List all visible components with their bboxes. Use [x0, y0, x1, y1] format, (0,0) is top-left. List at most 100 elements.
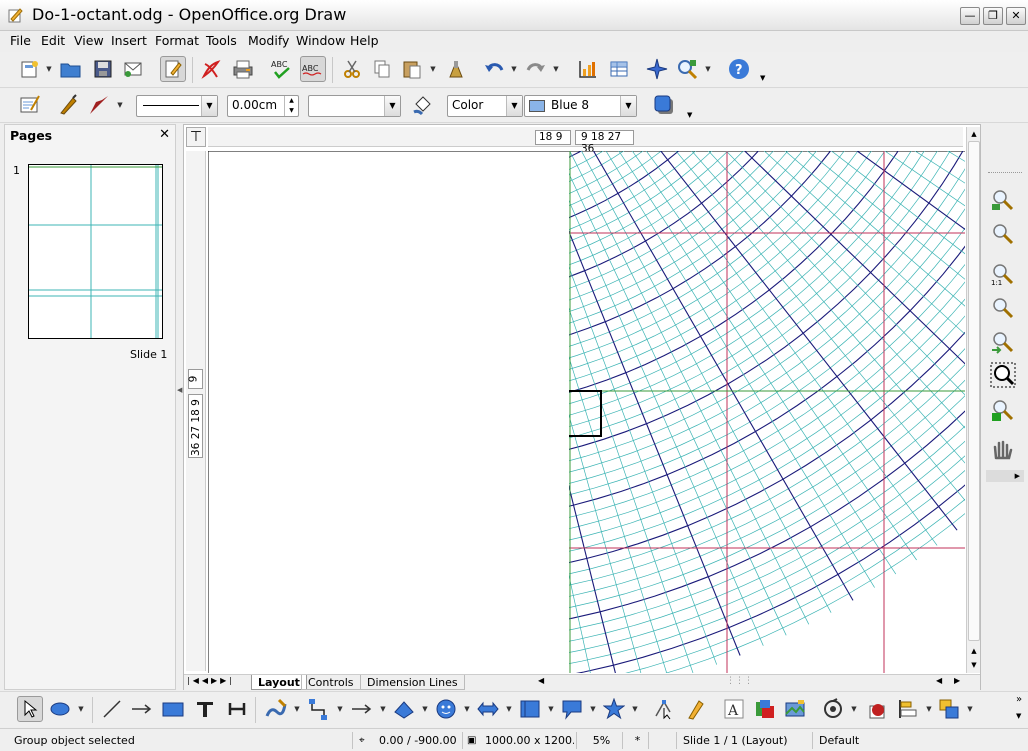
menu-modify[interactable]: Modify: [248, 32, 289, 49]
tab-navigation-arrows[interactable]: |◀◀▶▶|: [187, 676, 245, 689]
connector-dropdown-arrow[interactable]: ▼: [336, 696, 344, 722]
symbol-shapes-icon[interactable]: [433, 696, 459, 722]
menu-view[interactable]: View: [74, 32, 104, 49]
toolbar-overflow-arrow[interactable]: ▼: [1016, 712, 1021, 720]
text-tool-icon[interactable]: [192, 696, 218, 722]
styles-formatting-icon[interactable]: [17, 92, 43, 118]
tab-layout[interactable]: Layout: [251, 675, 307, 690]
zoom-in-icon[interactable]: [990, 188, 1016, 215]
menu-insert[interactable]: Insert: [111, 32, 147, 49]
object-zoom-icon[interactable]: [990, 398, 1016, 425]
open-folder-icon[interactable]: [58, 56, 84, 82]
dimension-line-icon[interactable]: [224, 696, 250, 722]
flowchart-dropdown[interactable]: ▼: [547, 696, 555, 722]
signature-status[interactable]: [648, 732, 676, 749]
zoom-status[interactable]: 5%: [576, 732, 620, 749]
undo-dropdown-arrow[interactable]: ▼: [510, 56, 518, 82]
tab-controls[interactable]: Controls: [301, 675, 361, 690]
menu-help[interactable]: Help: [350, 32, 379, 49]
cut-icon[interactable]: [339, 56, 365, 82]
block-arrows-dropdown[interactable]: ▼: [505, 696, 513, 722]
zoom-out-icon[interactable]: [990, 222, 1016, 249]
menu-window[interactable]: Window: [296, 32, 345, 49]
paste-icon[interactable]: [399, 56, 425, 82]
print-icon[interactable]: [230, 56, 256, 82]
clone-formatting-icon[interactable]: [443, 56, 469, 82]
zoom-100-icon[interactable]: 1:1: [990, 262, 1016, 289]
line-color-select[interactable]: ▼: [308, 95, 401, 117]
callouts-dropdown[interactable]: ▼: [589, 696, 597, 722]
close-icon[interactable]: ✕: [159, 127, 170, 142]
new-document-icon[interactable]: [17, 56, 43, 82]
area-style-select[interactable]: Color ▼: [447, 95, 523, 117]
paste-dropdown-arrow[interactable]: ▼: [429, 56, 437, 82]
line-tool-icon[interactable]: [99, 696, 125, 722]
fontwork-icon[interactable]: A: [721, 696, 747, 722]
spin-buttons[interactable]: ▲ ▼: [284, 96, 298, 116]
maximize-button[interactable]: ❐: [983, 7, 1003, 25]
basic-shapes-dropdown[interactable]: ▼: [421, 696, 429, 722]
menu-file[interactable]: File: [10, 32, 31, 49]
select-arrow-icon[interactable]: [17, 696, 43, 722]
block-arrows-icon[interactable]: [475, 696, 501, 722]
align-icon[interactable]: [895, 696, 921, 722]
curve-dropdown-arrow[interactable]: ▼: [293, 696, 301, 722]
help-icon[interactable]: ?: [726, 56, 752, 82]
close-window-button[interactable]: ✕: [1006, 7, 1026, 25]
navigator-icon[interactable]: [644, 56, 670, 82]
arrange-dropdown[interactable]: ▼: [966, 696, 974, 722]
curve-tool-icon[interactable]: [263, 696, 289, 722]
scroll-down-arrow[interactable]: ▼: [968, 658, 980, 672]
scroll-left-arrow[interactable]: ◀: [538, 676, 544, 685]
auto-spellcheck-icon[interactable]: ABC: [300, 56, 326, 82]
horizontal-scrollbar[interactable]: ◀ ⋮⋮⋮ ◀ ▶: [538, 676, 960, 689]
tab-dimension-lines[interactable]: Dimension Lines: [360, 675, 465, 690]
redo-icon[interactable]: [523, 56, 549, 82]
scroll-up-arrow[interactable]: ▲: [968, 127, 980, 141]
line-style-select[interactable]: ▼: [136, 95, 218, 117]
edit-file-icon[interactable]: [160, 56, 186, 82]
menu-tools[interactable]: Tools: [206, 32, 237, 49]
scroll-grip[interactable]: ⋮⋮⋮: [726, 676, 753, 686]
copy-icon[interactable]: [369, 56, 395, 82]
from-file-icon[interactable]: [752, 696, 778, 722]
minimize-button[interactable]: —: [960, 7, 980, 25]
save-icon[interactable]: [90, 56, 116, 82]
stars-icon[interactable]: [601, 696, 627, 722]
area-color-select[interactable]: Blue 8 ▼: [524, 95, 637, 117]
stars-dropdown[interactable]: ▼: [631, 696, 639, 722]
scroll-left-arrow[interactable]: ◀: [936, 676, 942, 685]
points-edit-icon[interactable]: [650, 696, 676, 722]
insert-table-icon[interactable]: [606, 56, 632, 82]
scroll-right-arrow[interactable]: ▶: [954, 676, 960, 685]
drawing-canvas[interactable]: [208, 151, 965, 673]
new-dropdown-arrow[interactable]: ▼: [45, 56, 53, 82]
lines-arrows-icon[interactable]: [349, 696, 375, 722]
scroll-up-arrow[interactable]: ▲: [968, 644, 980, 658]
toolbar-grip[interactable]: [988, 172, 1022, 175]
toolbar-expand-arrow[interactable]: ▶: [986, 470, 1024, 482]
toolbar-overflow-arrow[interactable]: ▼: [687, 111, 695, 119]
line-width-field[interactable]: 0.00cm ▲ ▼: [227, 95, 299, 117]
collapse-arrow-icon[interactable]: ◀: [177, 386, 182, 394]
symbol-shapes-dropdown[interactable]: ▼: [463, 696, 471, 722]
flowchart-icon[interactable]: [517, 696, 543, 722]
basic-shapes-icon[interactable]: [391, 696, 417, 722]
connector-tool-icon[interactable]: [306, 696, 332, 722]
callouts-icon[interactable]: [559, 696, 585, 722]
line-arrow-tool-icon[interactable]: [129, 696, 155, 722]
effects-dropdown[interactable]: ▼: [850, 696, 858, 722]
octant-grid-drawing[interactable]: [208, 151, 965, 673]
zoom-dropdown-arrow[interactable]: ▼: [704, 56, 712, 82]
vertical-scrollbar[interactable]: ▲ ▲ ▼: [966, 127, 980, 673]
toolbar-overflow-arrow[interactable]: ▼: [760, 74, 768, 82]
gallery-icon[interactable]: [782, 696, 808, 722]
rectangle-tool-icon[interactable]: [160, 696, 186, 722]
toolbar-overflow-chevrons[interactable]: »: [1016, 694, 1022, 705]
zoom-icon[interactable]: [674, 56, 700, 82]
align-dropdown[interactable]: ▼: [925, 696, 933, 722]
undo-icon[interactable]: [481, 56, 507, 82]
ellipse-dropdown-arrow[interactable]: ▼: [77, 696, 85, 722]
menu-edit[interactable]: Edit: [41, 32, 65, 49]
shadow-icon[interactable]: [651, 92, 677, 118]
